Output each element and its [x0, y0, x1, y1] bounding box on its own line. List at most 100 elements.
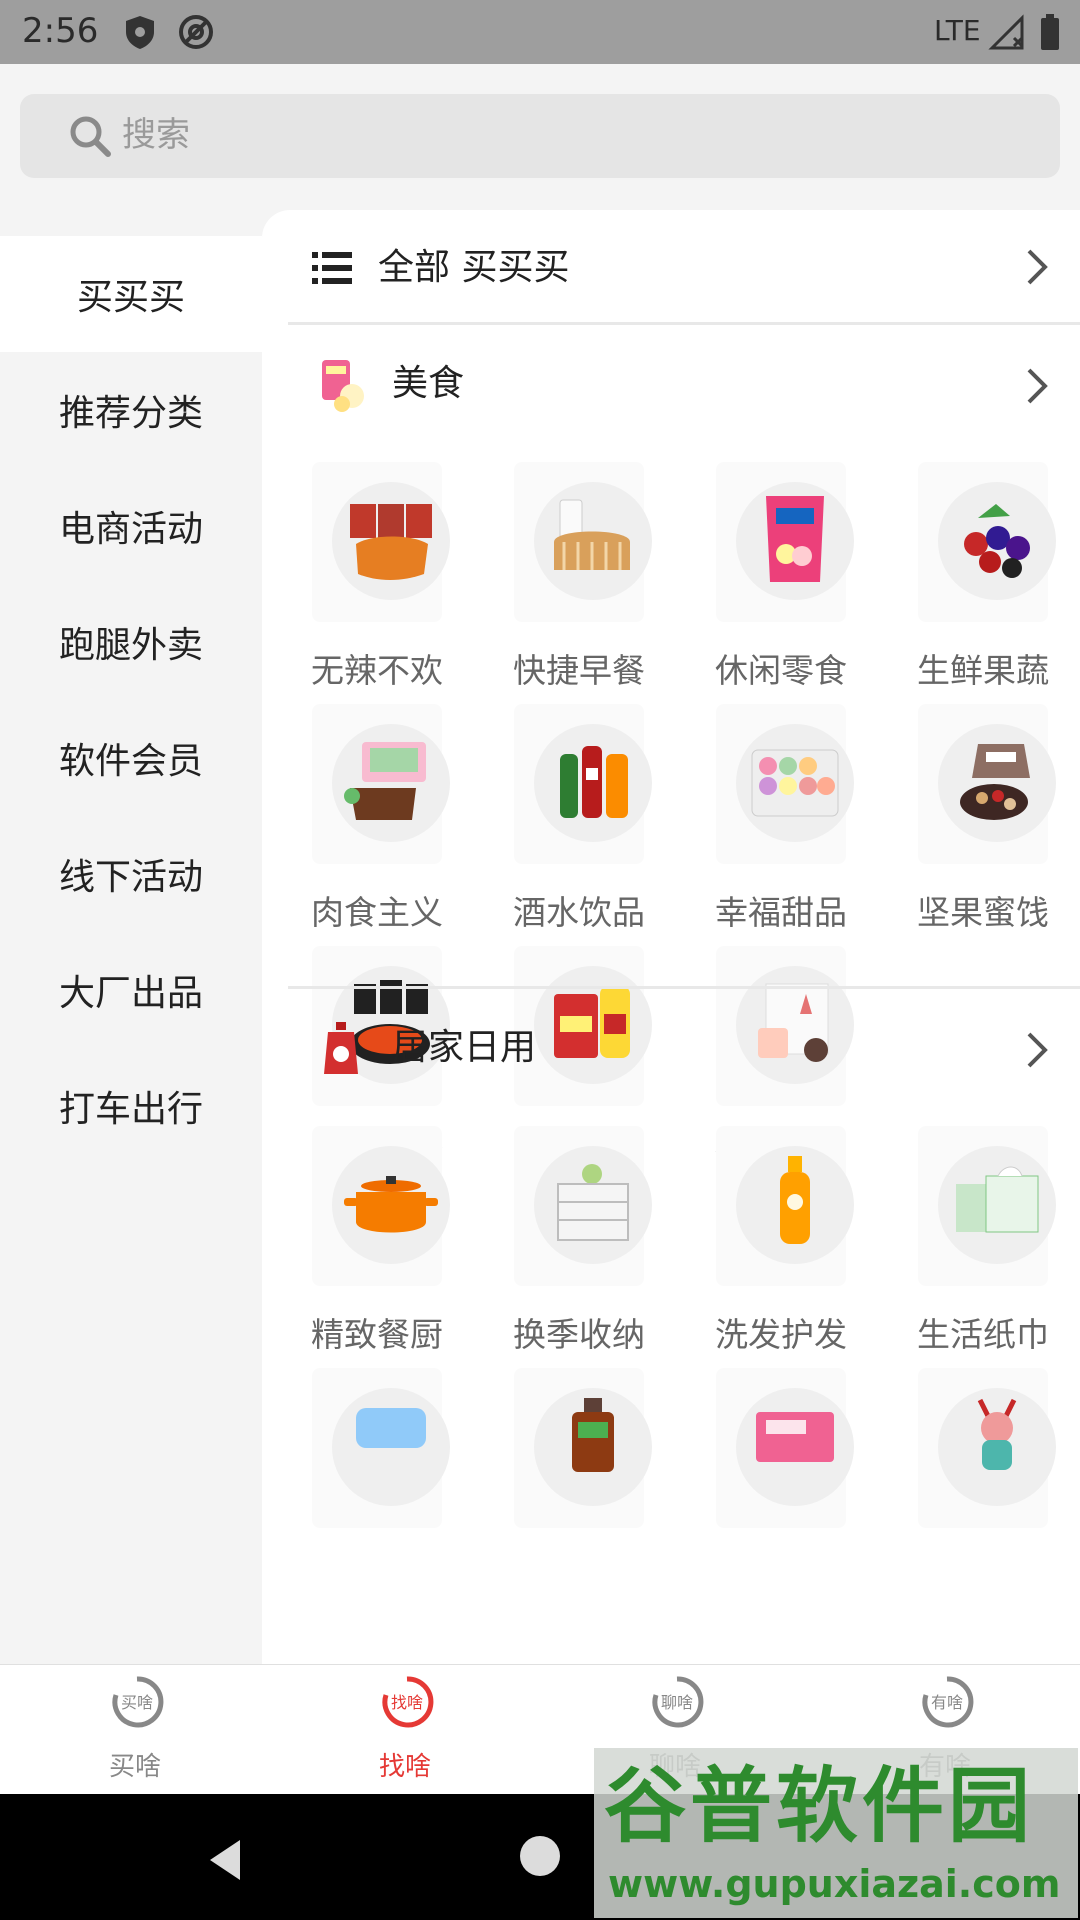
bread-milk-icon [554, 499, 630, 570]
sidebar-item-label: 推荐分类 [58, 393, 203, 434]
search-icon [70, 116, 111, 157]
watermark-title: 谷普软件园 [604, 1759, 1035, 1854]
watermark: 谷普软件园 www.gupuxiazai.com [594, 1748, 1078, 1918]
all-category-row[interactable]: 全部 买买买 [262, 210, 1080, 324]
category-item[interactable]: 幸福甜品 [680, 704, 882, 936]
sidebar-item-offline[interactable]: 线下活动 [0, 816, 262, 932]
category-content: 全部 买买买 美食 无辣不欢 快捷早餐 休闲零食 生鲜果蔬 肉食主义 酒水饮品 [262, 210, 1080, 1664]
tab-icon-glyph: 聊啥 [661, 1693, 693, 1712]
category-item[interactable]: 快捷早餐 [478, 462, 680, 694]
category-item[interactable]: 酒水饮品 [478, 704, 680, 936]
sidebar-item-label: 买买买 [76, 277, 185, 318]
back-icon[interactable] [206, 1838, 246, 1882]
item-label: 精致餐厨 [311, 1315, 443, 1354]
sidebar-item-big-company[interactable]: 大厂出品 [0, 932, 262, 1048]
divider [288, 322, 1080, 325]
divider [288, 986, 1080, 989]
storage-drawer-icon [557, 1164, 629, 1241]
meat-icon [344, 742, 426, 820]
sidebar-item-label: 跑腿外卖 [58, 625, 203, 666]
search-input[interactable]: 搜索 [20, 94, 1060, 178]
nuts-icon [960, 744, 1030, 820]
tab-label: 买啥 [108, 1752, 161, 1782]
sidebar-item-software-vip[interactable]: 软件会员 [0, 700, 262, 816]
item-label: 休闲零食 [715, 651, 847, 690]
section-title: 居家日用 [392, 1027, 537, 1068]
section-header-food[interactable]: 美食 [262, 326, 1080, 444]
snack-bag-icon [322, 360, 364, 412]
sidebar-item-mai-mai-mai[interactable]: 买买买 [0, 236, 262, 352]
category-item[interactable]: 生鲜果蔬 [882, 462, 1080, 694]
item-label: 洗发护发 [715, 1315, 847, 1354]
sidebar-item-recommended[interactable]: 推荐分类 [0, 352, 262, 468]
sidebar-item-ecommerce[interactable]: 电商活动 [0, 468, 262, 584]
pot-icon [344, 1176, 438, 1233]
status-bar: 2:56 LTE [0, 0, 1080, 64]
sidebar-item-label: 大厂出品 [58, 973, 203, 1014]
item-label: 幸福甜品 [715, 893, 847, 932]
category-item[interactable]: 无辣不欢 [276, 462, 478, 694]
watermark-url: www.gupuxiazai.com [608, 1862, 1061, 1906]
tab-icon-glyph: 找啥 [391, 1693, 423, 1712]
category-sidebar: 买买买 推荐分类 电商活动 跑腿外卖 软件会员 线下活动 大厂出品 打车出行 [0, 236, 262, 1664]
item-label: 无辣不欢 [311, 651, 443, 690]
item-label: 坚果蜜饯 [917, 893, 1049, 932]
list-icon [312, 252, 352, 284]
deer-toy-icon [977, 1398, 1017, 1470]
have-tab-icon: 有啥 [922, 1676, 974, 1728]
all-category-label: 全部 买买买 [378, 247, 570, 288]
buy-tab-icon: 买啥 [112, 1676, 164, 1728]
sidebar-item-label: 软件会员 [58, 741, 203, 782]
category-item[interactable]: 休闲零食 [680, 462, 882, 694]
category-item[interactable] [478, 1368, 680, 1600]
category-item[interactable]: 肉食主义 [276, 704, 478, 936]
item-label: 生鲜果蔬 [917, 651, 1049, 690]
network-type: LTE [934, 14, 981, 47]
status-time: 2:56 [22, 11, 99, 51]
shampoo-icon [780, 1156, 810, 1244]
chevron-right-icon [1027, 1032, 1048, 1068]
sidebar-item-ride[interactable]: 打车出行 [0, 1048, 262, 1164]
category-item[interactable]: 坚果蜜饯 [882, 704, 1080, 936]
tab-icon-glyph: 买啥 [121, 1693, 153, 1712]
chat-tab-icon: 聊啥 [652, 1676, 704, 1728]
spicy-strips-icon [350, 504, 432, 580]
chips-bag-icon [766, 496, 824, 582]
category-item[interactable] [680, 1368, 882, 1600]
drinks-icon [560, 746, 628, 818]
item-label: 酒水饮品 [513, 893, 645, 932]
sidebar-item-label: 打车出行 [58, 1089, 203, 1130]
category-item[interactable]: 换季收纳 [478, 1126, 680, 1358]
category-item[interactable] [882, 1368, 1080, 1600]
category-item[interactable]: 生活纸巾 [882, 1126, 1080, 1358]
chevron-right-icon [1027, 249, 1048, 285]
category-item[interactable] [276, 1368, 478, 1600]
sidebar-item-label: 线下活动 [58, 857, 203, 898]
section-title: 美食 [392, 363, 465, 404]
battery-icon [1041, 14, 1059, 50]
category-item[interactable]: 洗发护发 [680, 1126, 882, 1358]
item-label: 换季收纳 [513, 1315, 645, 1354]
tab-mai-sha[interactable]: 买啥 买啥 [0, 1665, 270, 1795]
section-header-home[interactable]: 居家日用 [262, 990, 1080, 1108]
tab-zhao-sha[interactable]: 找啥 找啥 [270, 1665, 540, 1795]
macaron-icon [751, 749, 839, 817]
signal-icon [988, 14, 1024, 50]
item-label: 肉食主义 [311, 893, 443, 932]
sanitary-pad-icon [756, 1412, 834, 1462]
item-label: 快捷早餐 [513, 651, 645, 690]
find-tab-icon: 找啥 [382, 1676, 434, 1728]
sidebar-item-delivery[interactable]: 跑腿外卖 [0, 584, 262, 700]
tab-label: 找啥 [378, 1752, 431, 1782]
tab-icon-glyph: 有啥 [931, 1693, 963, 1712]
search-placeholder: 搜索 [122, 115, 190, 155]
shield-icon [126, 16, 154, 49]
home-icon[interactable] [520, 1836, 560, 1876]
sidebar-item-label: 电商活动 [58, 509, 203, 550]
disinfectant-bottle-icon [572, 1398, 614, 1472]
category-item[interactable]: 精致餐厨 [276, 1126, 478, 1358]
at-sign-icon [179, 15, 213, 49]
chevron-right-icon [1027, 368, 1048, 404]
tissue-icon [956, 1166, 1039, 1233]
detergent-bottle-icon [324, 1022, 358, 1074]
